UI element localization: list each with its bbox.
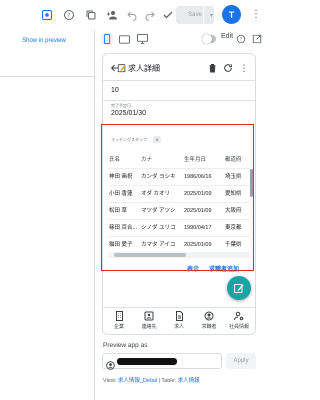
table-link[interactable]: 求人情報	[178, 378, 200, 384]
avatar[interactable]: T	[222, 5, 241, 24]
refresh-icon[interactable]	[223, 63, 233, 73]
apply-button[interactable]: Apply	[226, 353, 256, 369]
person-icon	[106, 357, 115, 370]
more-vert-icon[interactable]: ⋮	[239, 63, 249, 73]
desktop-icon[interactable]	[136, 33, 148, 45]
person-settings-icon	[234, 311, 244, 321]
view-info: View: 求人情報_Detail | Table: 求人情報	[103, 376, 200, 384]
show-in-preview-button[interactable]: Show in preview	[15, 34, 73, 48]
building-icon	[114, 311, 124, 321]
phone-icon[interactable]	[101, 33, 113, 45]
app-editor-window: ? Save ▾ T ⋮ Show in preview Edit ? 求人詳細…	[0, 0, 267, 400]
top-toolbar: ? Save ▾ T ⋮	[0, 0, 267, 30]
help-icon[interactable]: ?	[62, 8, 76, 22]
chevron-down-icon[interactable]: ▾	[203, 6, 219, 24]
more-vert-icon[interactable]: ⋮	[251, 8, 261, 22]
tablet-icon[interactable]	[118, 33, 130, 45]
date-value: 2025/01/30	[111, 110, 147, 117]
undo-icon[interactable]	[125, 8, 139, 22]
preview-controls: Edit ?	[96, 30, 267, 48]
settings-icon[interactable]	[40, 8, 54, 22]
open-in-new-icon[interactable]	[251, 33, 263, 45]
nav-item-company[interactable]: 企業	[104, 311, 134, 334]
add-person-icon[interactable]	[105, 8, 119, 22]
check-icon[interactable]	[161, 8, 175, 22]
separator: |	[158, 378, 160, 384]
bottom-nav: 企業 連絡先 求人 求職者 社員情報	[103, 307, 255, 334]
table-prefix: Table:	[161, 378, 177, 384]
redo-icon[interactable]	[143, 8, 157, 22]
nav-label: 社員情報	[228, 324, 249, 330]
view-link[interactable]: 求人情報_Detail	[118, 378, 157, 384]
help-icon[interactable]: ?	[235, 33, 247, 45]
nav-item-jobs[interactable]: 求人	[164, 311, 194, 334]
page-title: 求人詳細	[128, 64, 160, 73]
nav-item-candidates[interactable]: 求職者	[194, 311, 224, 334]
copy-icon[interactable]	[84, 8, 98, 22]
preview-user-input[interactable]	[102, 353, 222, 370]
edit-icon	[234, 284, 244, 293]
document-icon	[174, 311, 184, 321]
edit-toggle[interactable]	[202, 34, 216, 44]
divider	[0, 76, 95, 77]
highlight-box	[101, 124, 254, 271]
contact-card-icon	[144, 311, 154, 321]
app-header: 求人詳細 ⋮	[103, 59, 255, 77]
svg-text:?: ?	[68, 13, 71, 19]
date-label: 完了予定日	[111, 103, 131, 108]
account-circle-icon	[204, 311, 214, 321]
edit-fab-button[interactable]	[227, 276, 251, 300]
redacted-email	[117, 358, 177, 365]
nav-label: 求人	[173, 324, 184, 330]
toggle-knob	[202, 34, 212, 44]
preview-as-label: Preview app as	[103, 342, 148, 349]
divider	[103, 100, 255, 101]
field-value: 10	[111, 87, 119, 94]
nav-label: 企業	[113, 324, 124, 330]
view-prefix: View:	[103, 378, 117, 384]
nav-item-employees[interactable]: 社員情報	[224, 311, 254, 334]
edit-label: Edit	[221, 33, 234, 40]
left-panel: Show in preview	[0, 30, 95, 400]
delete-icon[interactable]	[207, 63, 217, 73]
svg-text:?: ?	[240, 37, 243, 43]
nav-item-contacts[interactable]: 連絡先	[134, 311, 164, 334]
nav-label: 連絡先	[141, 324, 157, 330]
divider	[103, 80, 255, 81]
nav-label: 求職者	[201, 324, 217, 330]
note-edit-icon	[117, 63, 127, 73]
